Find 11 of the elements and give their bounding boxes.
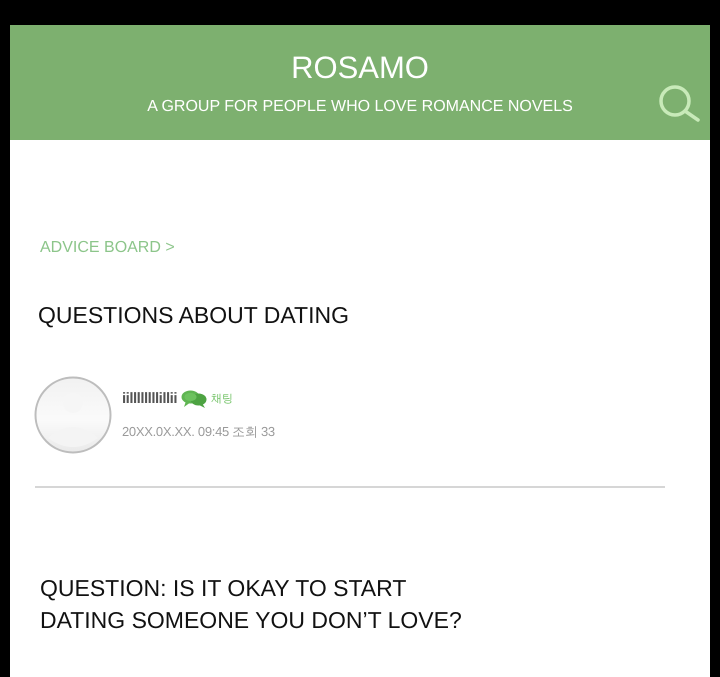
author-name[interactable]: iillllllllillii [122,388,178,410]
chat-bubbles-icon [181,390,208,408]
post-meta: 20XX.0X.XX. 09:45 조회 33 [122,423,275,442]
post-title: QUESTIONS ABOUT DATING [38,302,350,330]
group-title: ROSAMO [290,49,430,86]
board-link[interactable]: ADVICE BOARD > [40,238,175,258]
group-subtitle: A GROUP FOR PEOPLE WHO LOVE ROMANCE NOVELS [147,97,573,116]
avatar-icon [34,376,112,454]
question-text: QUESTION: IS IT OKAY TO START DATING SOMEONE YOU DON’T LOVE? [40,574,463,635]
search-icon[interactable] [658,84,701,123]
chat-label[interactable]: 채팅 [211,390,234,408]
